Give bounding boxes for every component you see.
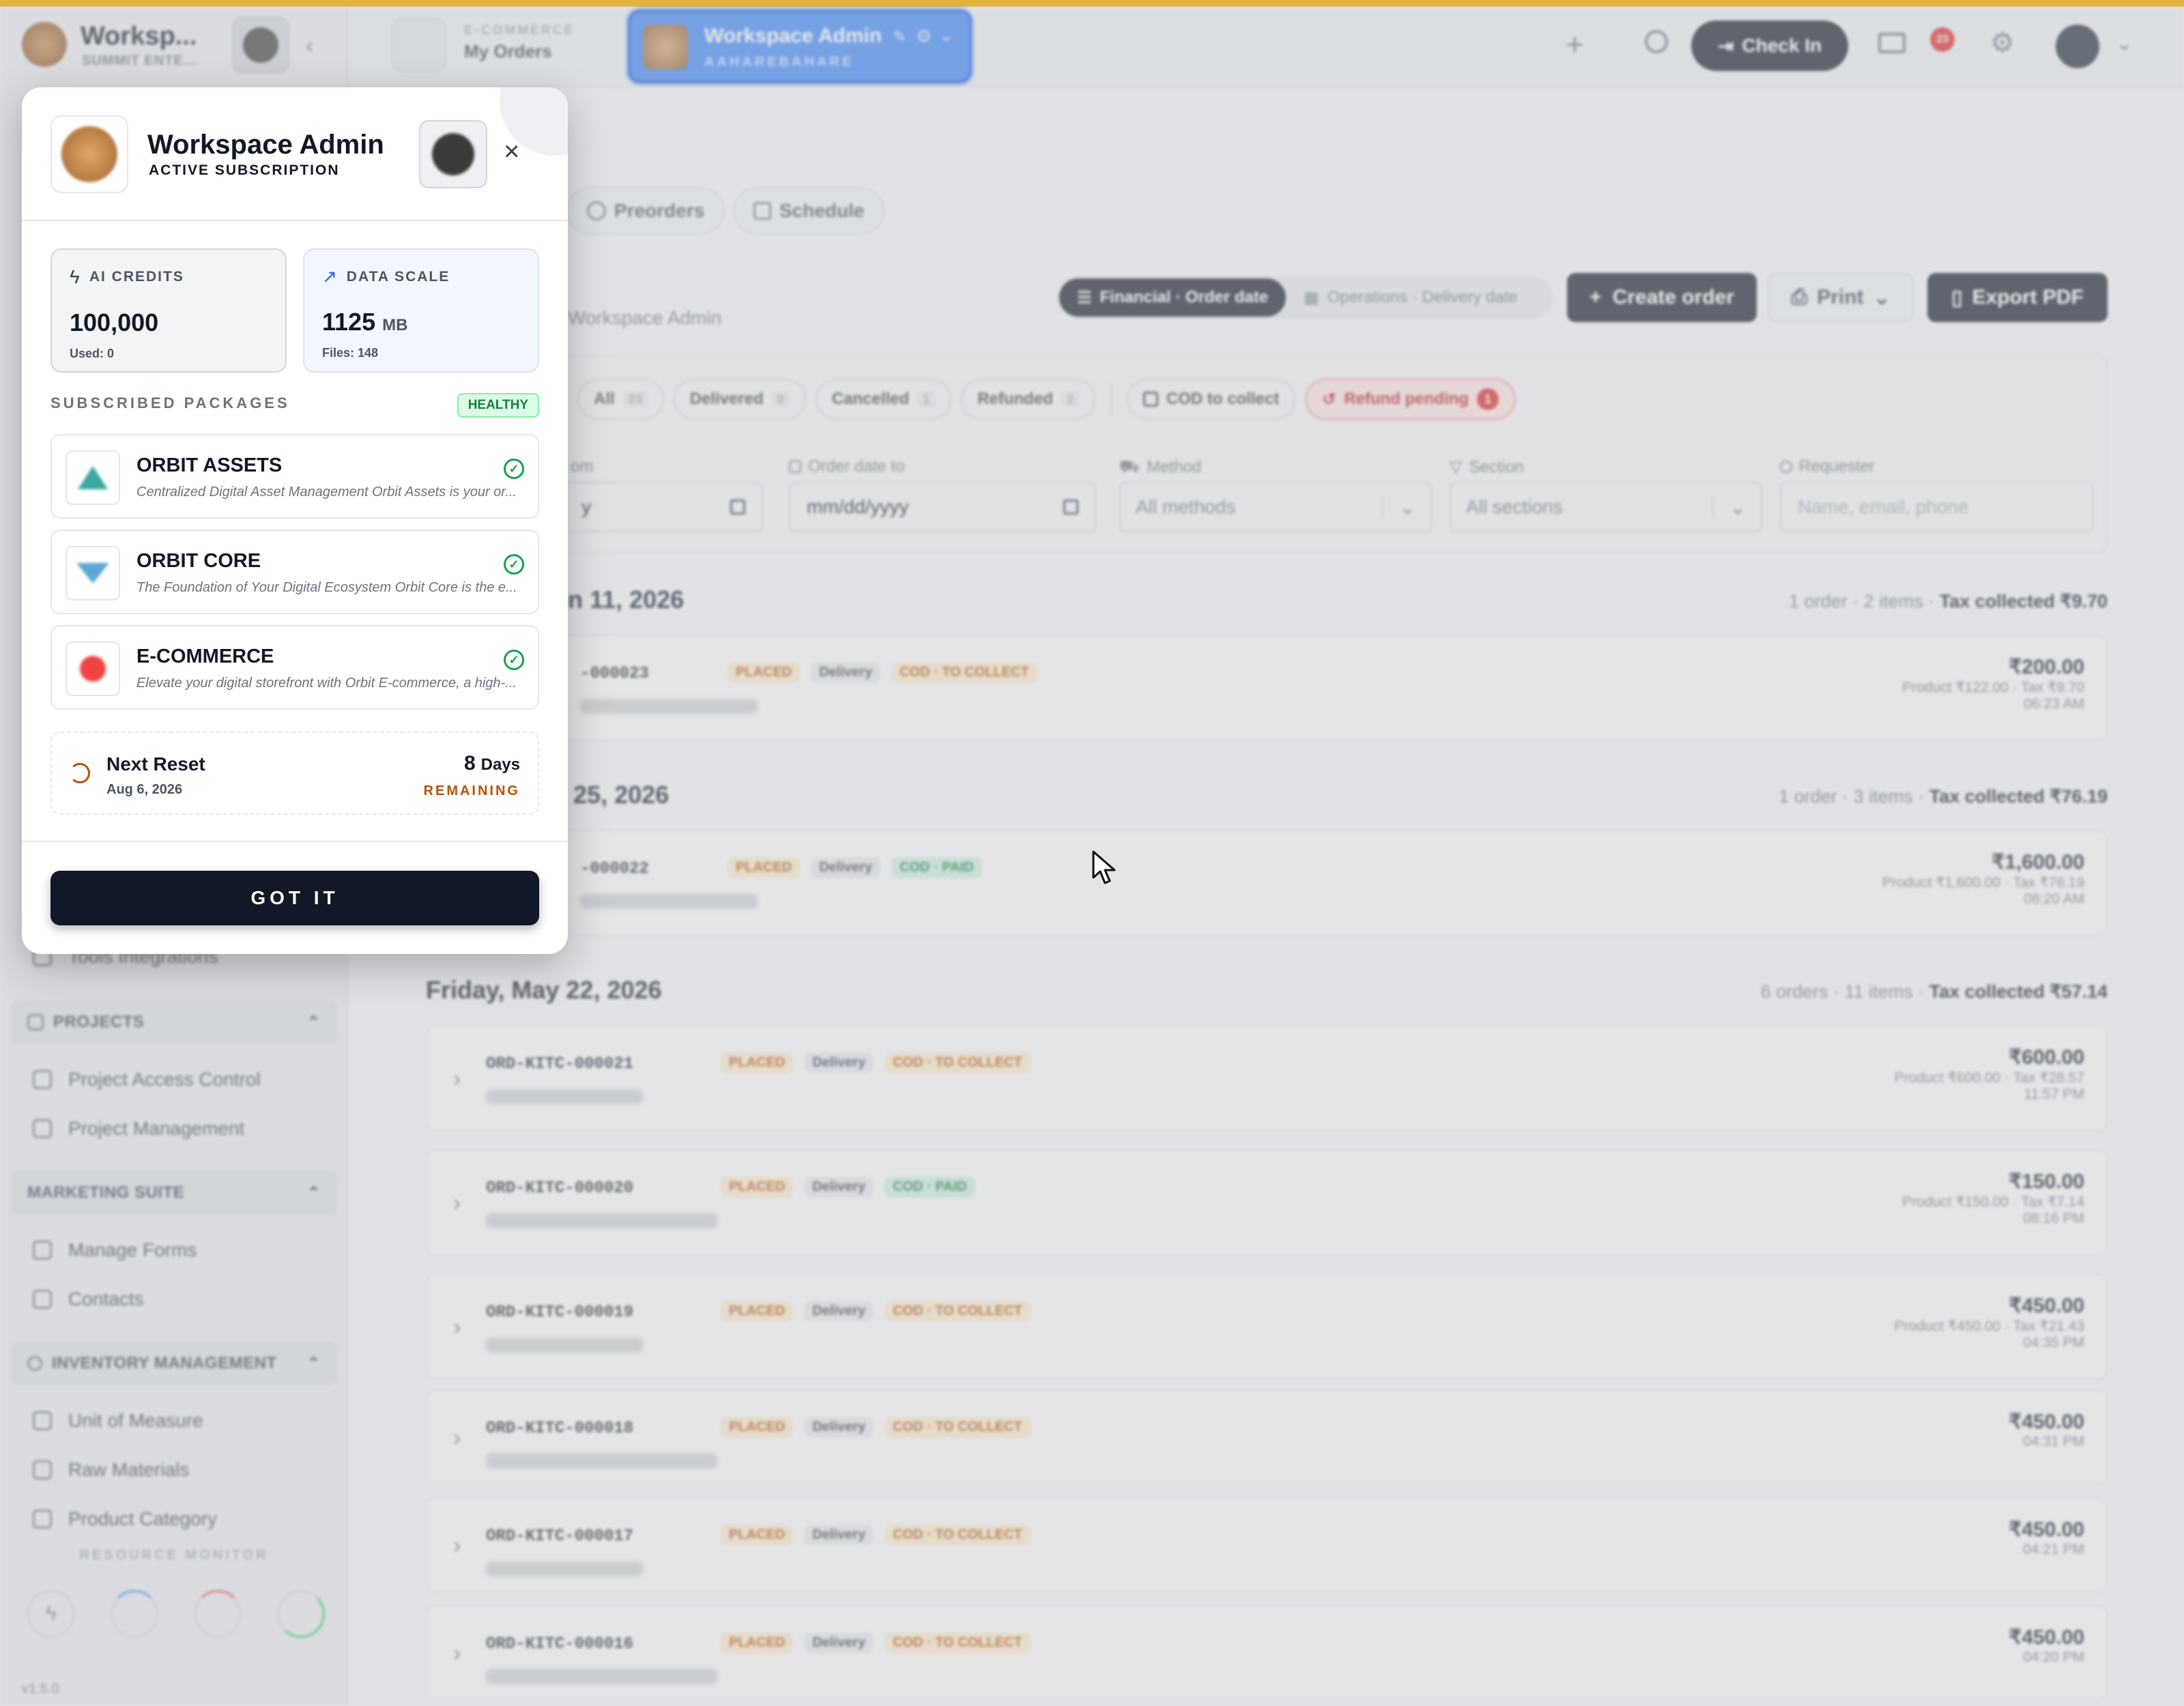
data-scale-header: ↗ DATA SCALE — [322, 266, 450, 287]
reset-days: 8 Days — [463, 752, 520, 775]
data-scale-card: ↗ DATA SCALE 1125 MB Files: 148 — [303, 248, 539, 373]
ai-credits-card: ϟ AI CREDITS 100,000 Used: 0 — [51, 248, 287, 373]
data-scale-files: Files: 148 — [322, 346, 379, 360]
healthy-badge: HEALTHY — [457, 393, 539, 418]
bolt-icon: ϟ — [70, 266, 80, 287]
close-icon[interactable]: × — [504, 136, 519, 167]
modal-title: Workspace Admin — [147, 130, 384, 160]
orbit-core-icon — [66, 546, 120, 601]
next-reset-date: Aug 6, 2026 — [106, 782, 183, 797]
data-scale-row: 1125 MB — [322, 308, 520, 336]
data-scale-value: 1125 — [322, 308, 376, 336]
modal-header: Workspace Admin ACTIVE SUBSCRIPTION × — [22, 87, 568, 221]
modal-workspace-logo — [51, 115, 128, 193]
ai-credits-value: 100,000 — [70, 308, 159, 336]
mouse-cursor-icon — [1092, 850, 1116, 884]
subscription-modal: Workspace Admin ACTIVE SUBSCRIPTION × ϟA… — [22, 87, 568, 954]
check-circle-icon: ✓ — [504, 554, 524, 575]
check-circle-icon: ✓ — [504, 459, 524, 479]
data-scale-unit: MB — [382, 316, 408, 334]
reset-remaining: REMAINING — [423, 783, 520, 798]
orbit-assets-icon — [66, 450, 120, 505]
ai-credits-header: ϟ AI CREDITS — [70, 266, 184, 287]
package-e-commerce[interactable]: E-COMMERCE Elevate your digital storefro… — [51, 625, 539, 710]
next-reset-card: Next Reset Aug 6, 2026 8 Days REMAINING — [51, 732, 539, 815]
modal-avatar — [419, 120, 487, 188]
next-reset-title: Next Reset — [106, 753, 205, 775]
modal-subtitle: ACTIVE SUBSCRIPTION — [149, 162, 340, 178]
trend-up-icon: ↗ — [322, 266, 337, 287]
e-commerce-icon — [66, 641, 120, 696]
package-orbit-core[interactable]: ORBIT CORE The Foundation of Your Digita… — [51, 530, 539, 614]
check-circle-icon: ✓ — [504, 650, 524, 670]
history-icon — [70, 763, 90, 783]
got-it-button[interactable]: GOT IT — [51, 871, 539, 925]
subscribed-packages-label: SUBSCRIBED PACKAGES — [51, 394, 290, 411]
package-orbit-assets[interactable]: ORBIT ASSETS Centralized Digital Asset M… — [51, 434, 539, 519]
modal-footer-divider — [22, 841, 568, 842]
ai-credits-used: Used: 0 — [70, 347, 115, 360]
